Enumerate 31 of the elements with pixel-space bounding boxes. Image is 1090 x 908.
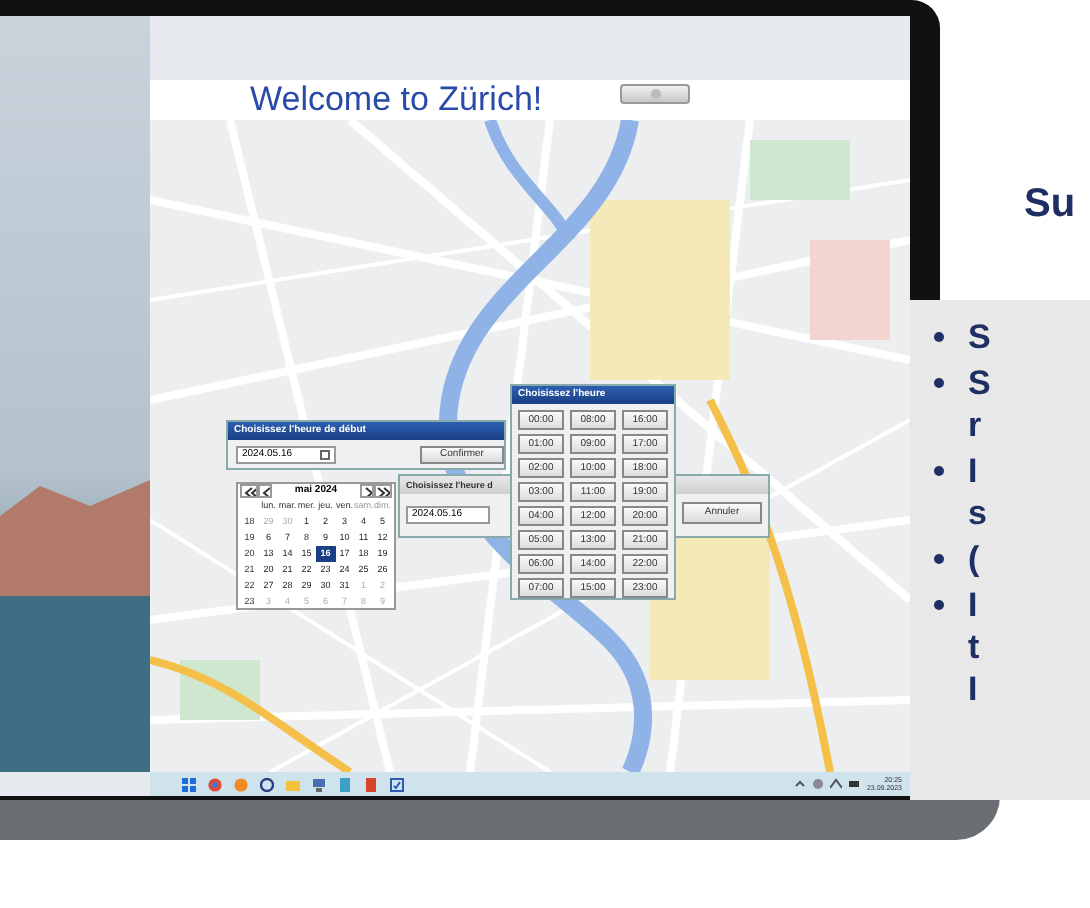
bullet-icon [934, 332, 944, 342]
bullet-text: ( [968, 538, 980, 580]
checkbox-icon [390, 777, 404, 791]
monitor-icon [312, 777, 326, 791]
bullet-text: I [968, 584, 980, 626]
bullet-text: I [968, 450, 980, 492]
bullet-icon [934, 554, 944, 564]
browser-icon [208, 777, 222, 791]
bullet-icon [934, 466, 944, 476]
bullet-text: S [968, 362, 991, 404]
document-icon [364, 777, 378, 791]
bullet-text: t [968, 626, 980, 668]
tray-icon [812, 778, 825, 790]
chevron-up-icon [794, 778, 807, 790]
bullet-icon [934, 600, 944, 610]
tablet-icon [338, 777, 352, 791]
start-icon [182, 777, 196, 791]
battery-icon [848, 778, 861, 790]
slide-title: Su [1024, 184, 1076, 224]
circle-icon [234, 777, 248, 791]
folder-icon [286, 777, 300, 791]
circle-icon [649, 88, 661, 100]
ring-icon [260, 777, 274, 791]
calendar-icon [320, 450, 330, 460]
bullet-text: s [968, 492, 987, 534]
welcome-title: Welcome to Zürich! [250, 82, 543, 118]
bullet-text: r [968, 404, 984, 446]
bullet-icon [934, 378, 944, 388]
bullet-text: I [968, 668, 980, 710]
bullet-text: S [968, 316, 991, 358]
top-button[interactable] [620, 84, 690, 104]
